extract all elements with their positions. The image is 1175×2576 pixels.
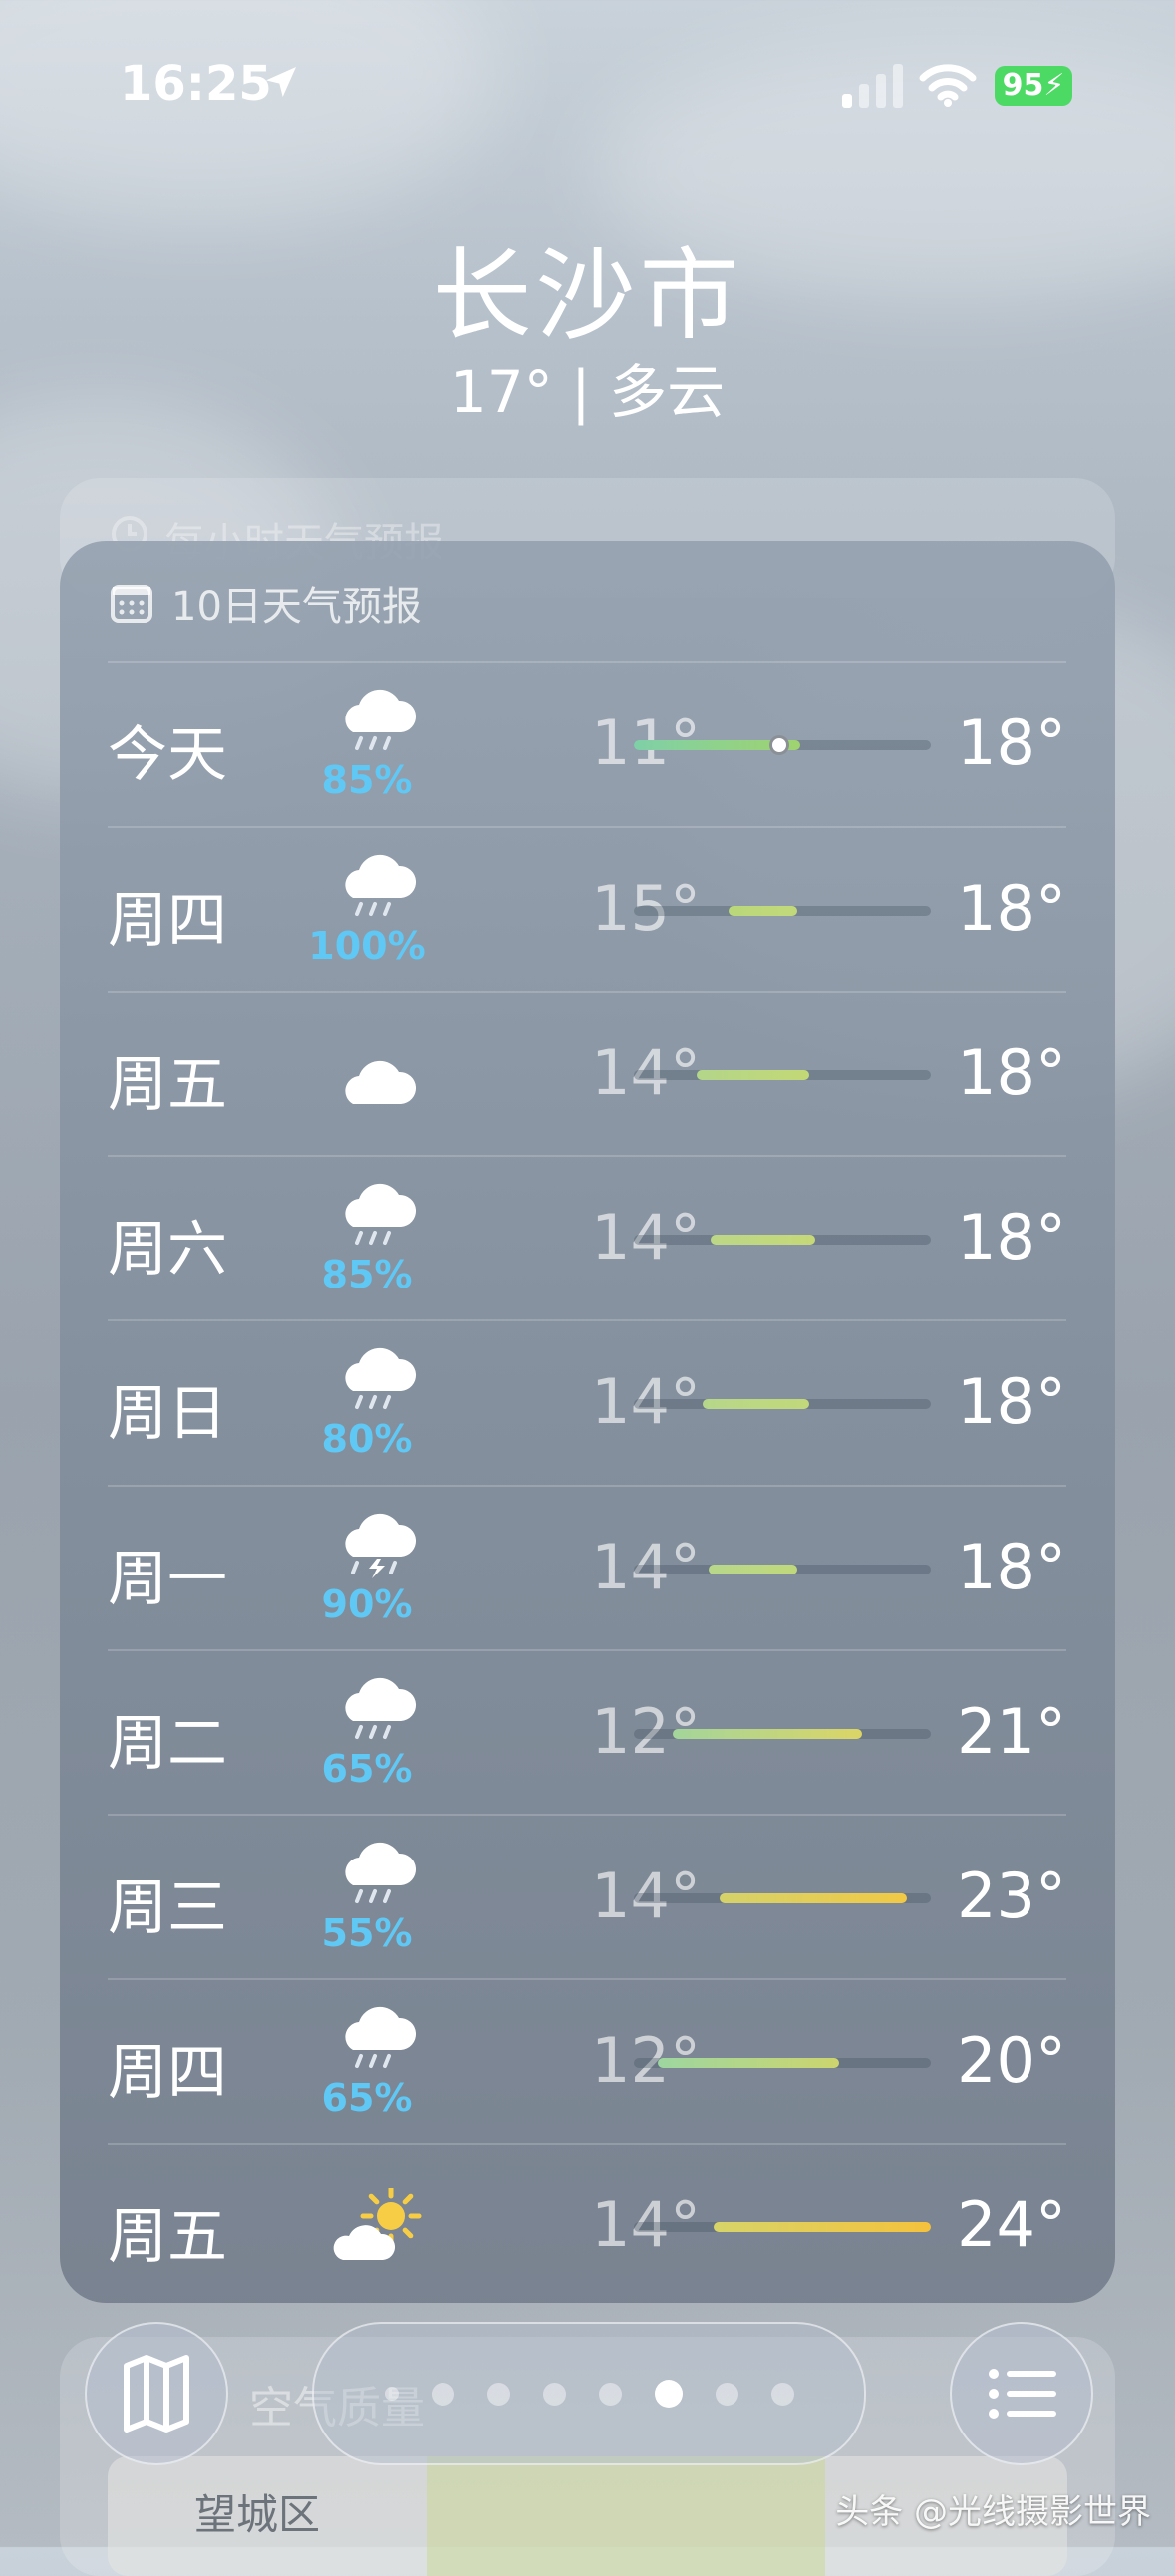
temperature-range-bar	[672, 1729, 863, 1739]
forecast-row[interactable]: 周二 65% 12° 21°	[108, 1649, 1066, 1816]
city-list-button[interactable]	[950, 2322, 1093, 2465]
high-temp: 20°	[957, 2024, 1066, 2097]
forecast-row[interactable]: 周日 80% 14° 18°	[108, 1319, 1066, 1486]
temperature-range-track	[634, 1235, 931, 1245]
high-temp: 18°	[957, 1365, 1066, 1438]
forecast-day: 周五	[108, 2202, 227, 2272]
watermark-text: 头条 @光线摄影世界	[835, 2492, 1151, 2532]
page-dot[interactable]	[431, 2382, 454, 2406]
city-name: 长沙市	[432, 237, 743, 354]
cloud-rain-icon	[325, 677, 425, 756]
forecast-day: 周五	[108, 1050, 227, 1120]
temperature-range-track	[634, 1729, 931, 1739]
forecast-row[interactable]: 周一 90% 14° 18°	[108, 1485, 1066, 1651]
temperature-range-bar	[711, 1235, 815, 1245]
forecast-day: 周四	[108, 886, 227, 956]
temperature-range-track	[634, 1070, 931, 1080]
page-indicator[interactable]	[312, 2322, 866, 2465]
high-temp: 18°	[957, 1036, 1066, 1109]
forecast-row[interactable]: 周五 14° 18°	[108, 991, 1066, 1157]
temperature-range-track	[634, 2058, 931, 2068]
temperature-range-track	[634, 1565, 931, 1574]
ten-day-forecast-header: 10日天气预报	[110, 573, 422, 633]
cloud-lightning-rain-icon	[325, 1501, 425, 1580]
cloud-rain-icon	[325, 1830, 425, 1909]
page-dot[interactable]	[486, 2382, 510, 2406]
temperature-range-bar	[714, 2222, 931, 2232]
calendar-icon	[111, 585, 152, 623]
precipitation-chance: 55%	[321, 1911, 413, 1955]
high-temp: 23°	[957, 1860, 1066, 1932]
temperature-range-bar	[729, 906, 797, 916]
temperature-range-bar	[702, 1399, 809, 1409]
precipitation-chance: 80%	[321, 1417, 413, 1461]
temperature-range-bar	[657, 2058, 839, 2068]
cloud-rain-icon	[325, 842, 425, 922]
forecast-day: 周一	[108, 1545, 227, 1614]
current-temp-marker	[769, 735, 790, 755]
page-dot[interactable]	[770, 2382, 794, 2406]
temperature-range-track	[634, 1399, 931, 1409]
high-temp: 24°	[957, 2188, 1066, 2261]
cloud-rain-icon	[325, 1994, 425, 2074]
forecast-day: 周二	[108, 1709, 227, 1779]
page-dot[interactable]	[384, 2387, 399, 2401]
map-icon	[124, 2355, 189, 2433]
page-dot[interactable]	[715, 2382, 738, 2406]
temperature-range-track	[634, 1893, 931, 1903]
forecast-row[interactable]: 周三 55% 14° 23°	[108, 1814, 1066, 1980]
temperature-range-bar	[696, 1070, 809, 1080]
district-label: 望城区	[194, 2490, 321, 2539]
page-dot-active[interactable]	[654, 2380, 683, 2408]
forecast-day: 周日	[108, 1379, 227, 1449]
precipitation-chance: 65%	[321, 2076, 413, 2120]
forecast-row[interactable]: 周六 85% 14° 18°	[108, 1155, 1066, 1321]
forecast-row[interactable]: 周四 65% 12° 20°	[108, 1978, 1066, 2145]
forecast-day: 周三	[108, 1873, 227, 1943]
temperature-range-bar	[720, 1893, 908, 1903]
cloud-icon	[325, 1036, 425, 1116]
battery-level: 95	[1002, 68, 1044, 103]
cloud-rain-icon	[325, 1665, 425, 1745]
precipitation-chance: 100%	[308, 924, 426, 968]
page-dot[interactable]	[598, 2382, 622, 2406]
forecast-day: 今天	[108, 720, 227, 790]
forecast-row[interactable]: 今天 85% 11° 18°	[108, 661, 1066, 827]
wifi-icon	[919, 64, 977, 107]
high-temp: 18°	[957, 707, 1066, 779]
battery-indicator: 95⚡	[995, 66, 1072, 106]
location-arrow-icon	[266, 67, 296, 97]
forecast-day: 周四	[108, 2038, 227, 2108]
temperature-range-track	[634, 906, 931, 916]
forecast-day: 周六	[108, 1215, 227, 1285]
page-dot[interactable]	[542, 2382, 566, 2406]
current-condition: 17° | 多云	[449, 358, 726, 426]
temperature-range-track	[634, 2222, 931, 2232]
cloud-rain-icon	[325, 1335, 425, 1415]
status-time: 16:25	[120, 56, 272, 112]
temperature-range-bar	[708, 1565, 797, 1574]
cloud-rain-icon	[325, 1171, 425, 1251]
forecast-row[interactable]: 周五 14° 24°	[108, 2143, 1066, 2309]
ten-day-forecast-title: 10日天气预报	[171, 584, 422, 630]
status-bar: 16:25 95⚡	[0, 0, 1175, 169]
partly-cloudy-sun-icon	[325, 2185, 425, 2268]
high-temp: 18°	[957, 872, 1066, 945]
precipitation-chance: 85%	[321, 758, 413, 802]
precipitation-chance: 65%	[321, 1747, 413, 1791]
precipitation-chance: 90%	[321, 1582, 413, 1626]
high-temp: 18°	[957, 1201, 1066, 1274]
map-button[interactable]	[85, 2322, 228, 2465]
high-temp: 18°	[957, 1531, 1066, 1603]
list-icon	[989, 2369, 1056, 2419]
forecast-row[interactable]: 周四 100% 15° 18°	[108, 826, 1066, 993]
temperature-range-track	[634, 735, 931, 755]
cellular-signal-icon	[842, 64, 903, 108]
high-temp: 21°	[957, 1695, 1066, 1768]
precipitation-chance: 85%	[321, 1253, 413, 1296]
